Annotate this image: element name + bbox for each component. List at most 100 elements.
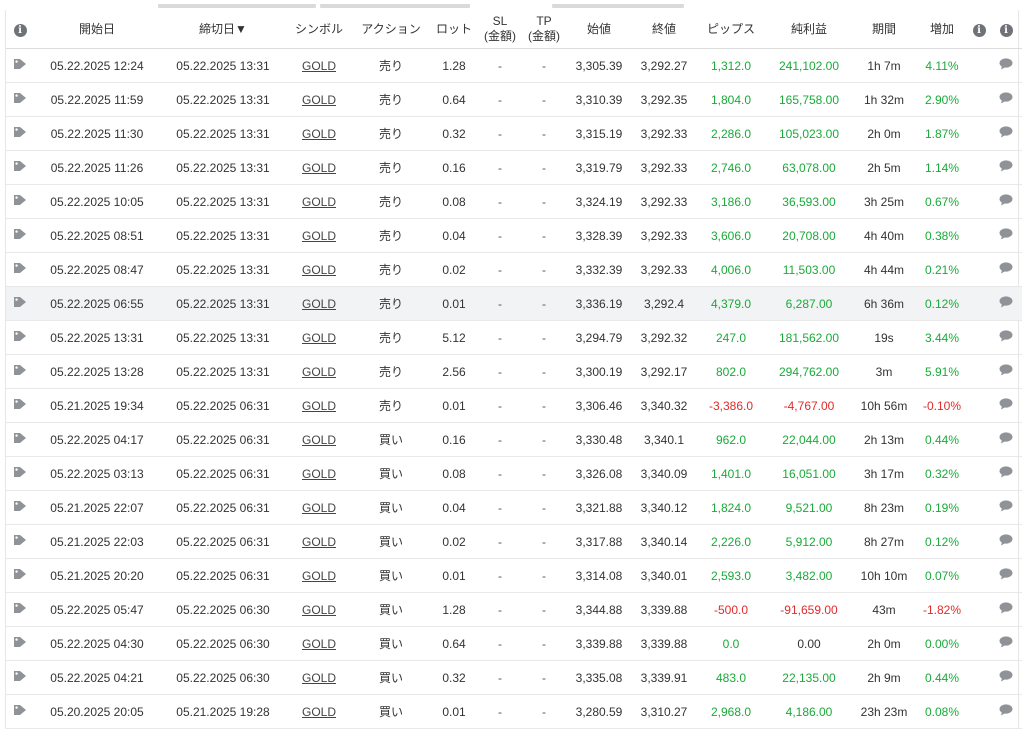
symbol-link[interactable]: GOLD	[302, 637, 336, 651]
header-action[interactable]: アクション	[352, 10, 430, 49]
table-row[interactable]: 05.22.2025 06:55 05.22.2025 13:31 GOLD 売り 0.…	[6, 286, 1022, 321]
table-row[interactable]: 05.22.2025 03:13 05.22.2025 06:31 GOLD 買い 0.…	[6, 456, 1022, 491]
row-tag-cell	[6, 592, 34, 627]
tag-icon[interactable]	[13, 194, 27, 209]
symbol-link[interactable]: GOLD	[302, 569, 336, 583]
tag-icon[interactable]	[13, 58, 27, 73]
table-row[interactable]: 05.20.2025 20:05 05.21.2025 19:28 GOLD 買い 0.…	[6, 694, 1022, 729]
symbol-link[interactable]: GOLD	[302, 433, 336, 447]
header-symbol[interactable]: シンボル	[286, 10, 352, 49]
symbol-link[interactable]: GOLD	[302, 501, 336, 515]
symbol-link[interactable]: GOLD	[302, 365, 336, 379]
chat-icon[interactable]	[999, 398, 1013, 413]
chat-icon[interactable]	[999, 296, 1013, 311]
table-row[interactable]: 05.22.2025 11:30 05.22.2025 13:31 GOLD 売り 0.…	[6, 116, 1022, 151]
table-row[interactable]: 05.21.2025 22:03 05.22.2025 06:31 GOLD 買い 0.…	[6, 524, 1022, 559]
symbol-link[interactable]: GOLD	[302, 195, 336, 209]
tag-icon[interactable]	[13, 296, 27, 311]
chat-icon[interactable]	[999, 466, 1013, 481]
table-row[interactable]: 05.21.2025 22:07 05.22.2025 06:31 GOLD 買い 0.…	[6, 490, 1022, 525]
header-net-profit[interactable]: 純利益	[766, 10, 852, 49]
tab-indicator[interactable]	[320, 4, 470, 8]
info-icon[interactable]: i	[972, 23, 986, 37]
tag-icon[interactable]	[13, 398, 27, 413]
tag-icon[interactable]	[13, 160, 27, 175]
table-row[interactable]: 05.22.2025 08:47 05.22.2025 13:31 GOLD 売り 0.…	[6, 252, 1022, 287]
symbol-link[interactable]: GOLD	[302, 127, 336, 141]
symbol-link[interactable]: GOLD	[302, 59, 336, 73]
symbol-link[interactable]: GOLD	[302, 467, 336, 481]
header-pips[interactable]: ピップス	[696, 10, 766, 49]
header-gain[interactable]: 増加	[916, 10, 968, 49]
tag-icon[interactable]	[13, 704, 27, 719]
symbol-link[interactable]: GOLD	[302, 705, 336, 719]
table-row[interactable]: 05.21.2025 19:34 05.22.2025 06:31 GOLD 売り 0.…	[6, 388, 1022, 423]
chat-icon[interactable]	[999, 228, 1013, 243]
tag-icon[interactable]	[13, 330, 27, 345]
table-row[interactable]: 05.22.2025 04:30 05.22.2025 06:30 GOLD 買い 0.…	[6, 626, 1022, 661]
chat-icon[interactable]	[999, 194, 1013, 209]
tag-icon[interactable]	[13, 534, 27, 549]
tag-icon[interactable]	[13, 636, 27, 651]
header-sl[interactable]: SL (金額)	[478, 10, 522, 49]
symbol-link[interactable]: GOLD	[302, 399, 336, 413]
table-row[interactable]: 05.22.2025 13:28 05.22.2025 13:31 GOLD 売り 2.…	[6, 354, 1022, 389]
header-tp[interactable]: TP (金額)	[522, 10, 566, 49]
tag-icon[interactable]	[13, 228, 27, 243]
table-row[interactable]: 05.22.2025 11:59 05.22.2025 13:31 GOLD 売り 0.…	[6, 82, 1022, 117]
tag-icon[interactable]	[13, 466, 27, 481]
table-row[interactable]: 05.22.2025 10:05 05.22.2025 13:31 GOLD 売り 0.…	[6, 184, 1022, 219]
chat-icon[interactable]	[999, 58, 1013, 73]
symbol-link[interactable]: GOLD	[302, 671, 336, 685]
chat-icon[interactable]	[999, 330, 1013, 345]
tag-icon[interactable]	[13, 568, 27, 583]
symbol-link[interactable]: GOLD	[302, 229, 336, 243]
table-row[interactable]: 05.22.2025 08:51 05.22.2025 13:31 GOLD 売り 0.…	[6, 218, 1022, 253]
chat-icon[interactable]	[999, 670, 1013, 685]
chat-icon[interactable]	[999, 92, 1013, 107]
header-close-price[interactable]: 終値	[632, 10, 696, 49]
symbol-link[interactable]: GOLD	[302, 331, 336, 345]
tag-icon[interactable]	[13, 432, 27, 447]
chat-icon[interactable]	[999, 602, 1013, 617]
tag-icon[interactable]	[13, 92, 27, 107]
tab-indicator[interactable]	[552, 4, 684, 8]
table-row[interactable]: 05.22.2025 11:26 05.22.2025 13:31 GOLD 売り 0.…	[6, 150, 1022, 185]
table-row[interactable]: 05.22.2025 05:47 05.22.2025 06:30 GOLD 買い 1.…	[6, 592, 1022, 627]
chat-icon[interactable]	[999, 636, 1013, 651]
symbol-link[interactable]: GOLD	[302, 535, 336, 549]
chat-icon[interactable]	[999, 364, 1013, 379]
chat-icon[interactable]	[999, 704, 1013, 719]
info-icon[interactable]: i	[999, 23, 1013, 37]
tag-icon[interactable]	[13, 670, 27, 685]
tag-icon[interactable]	[13, 364, 27, 379]
header-open-price[interactable]: 始値	[566, 10, 632, 49]
chat-icon[interactable]	[999, 500, 1013, 515]
header-open-date[interactable]: 開始日	[34, 10, 160, 49]
chat-icon[interactable]	[999, 534, 1013, 549]
chat-icon[interactable]	[999, 262, 1013, 277]
info-icon[interactable]: i	[13, 23, 27, 37]
chat-icon[interactable]	[999, 568, 1013, 583]
table-row[interactable]: 05.22.2025 04:21 05.22.2025 06:30 GOLD 買い 0.…	[6, 660, 1022, 695]
table-row[interactable]: 05.21.2025 20:20 05.22.2025 06:31 GOLD 買い 0.…	[6, 558, 1022, 593]
table-row[interactable]: 05.22.2025 04:17 05.22.2025 06:31 GOLD 買い 0.…	[6, 422, 1022, 457]
symbol-link[interactable]: GOLD	[302, 297, 336, 311]
tag-icon[interactable]	[13, 500, 27, 515]
symbol-link[interactable]: GOLD	[302, 93, 336, 107]
tag-icon[interactable]	[13, 126, 27, 141]
table-row[interactable]: 05.22.2025 12:24 05.22.2025 13:31 GOLD 売り 1.…	[6, 48, 1022, 83]
chat-icon[interactable]	[999, 160, 1013, 175]
chat-icon[interactable]	[999, 126, 1013, 141]
symbol-link[interactable]: GOLD	[302, 263, 336, 277]
header-close-date[interactable]: 締切日▼	[160, 10, 286, 49]
symbol-link[interactable]: GOLD	[302, 161, 336, 175]
tag-icon[interactable]	[13, 602, 27, 617]
symbol-link[interactable]: GOLD	[302, 603, 336, 617]
chat-icon[interactable]	[999, 432, 1013, 447]
tab-indicator[interactable]	[158, 4, 316, 8]
header-lots[interactable]: ロット	[430, 10, 478, 49]
table-row[interactable]: 05.22.2025 13:31 05.22.2025 13:31 GOLD 売り 5.…	[6, 320, 1022, 355]
tag-icon[interactable]	[13, 262, 27, 277]
header-duration[interactable]: 期間	[852, 10, 916, 49]
